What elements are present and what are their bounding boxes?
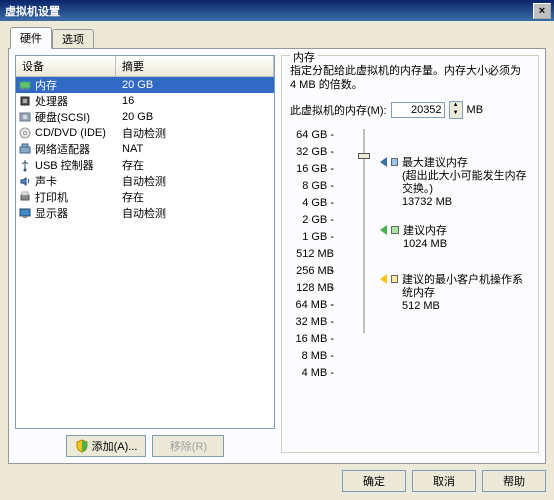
device-list: 设备 摘要 内存20 GB处理器16硬盘(SCSI)20 GBCD/DVD (I… (15, 55, 275, 429)
col-header-summary[interactable]: 摘要 (116, 56, 274, 76)
close-icon: × (539, 5, 545, 17)
dialog-buttons: 确定 取消 帮助 (8, 470, 546, 492)
memory-group: 内存 指定分配给此虚拟机的内存量。内存大小必须为 4 MB 的倍数。 此虚拟机的… (281, 55, 539, 453)
device-row[interactable]: USB 控制器存在 (16, 157, 274, 173)
ok-button[interactable]: 确定 (342, 470, 406, 492)
device-row[interactable]: 显示器自动检测 (16, 205, 274, 221)
device-row[interactable]: 硬盘(SCSI)20 GB (16, 109, 274, 125)
add-button[interactable]: 添加(A)... (66, 435, 147, 457)
spin-up-icon[interactable]: ▲ (450, 102, 462, 110)
device-row[interactable]: 声卡自动检测 (16, 173, 274, 189)
rec-val: 1024 MB (403, 238, 447, 251)
device-list-header: 设备 摘要 (16, 56, 274, 77)
cancel-button[interactable]: 取消 (412, 470, 476, 492)
close-button[interactable]: × (533, 3, 551, 19)
mem-desc: 指定分配给此虚拟机的内存量。内存大小必须为 4 MB 的倍数。 (290, 64, 530, 93)
max-rec-note: (超出此大小可能发生内存交换。) (402, 170, 530, 196)
mem-input[interactable] (391, 102, 445, 118)
remove-button: 移除(R) (152, 435, 224, 457)
device-row[interactable]: 处理器16 (16, 93, 274, 109)
square-blue-icon (391, 158, 398, 166)
tab-options[interactable]: 选项 (52, 29, 94, 49)
square-green-icon (391, 226, 399, 234)
spin-down-icon[interactable]: ▼ (450, 110, 462, 118)
max-rec-label: 最大建议内存 (402, 157, 530, 170)
tab-hardware[interactable]: 硬件 (10, 27, 52, 49)
titlebar: 虚拟机设置 × (0, 0, 554, 21)
min-val: 512 MB (402, 300, 530, 313)
mem-unit: MB (467, 104, 484, 116)
rec-label: 建议内存 (403, 225, 447, 238)
min-label: 建议的最小客户机操作系统内存 (402, 274, 530, 300)
slider-tick-labels: 64 GB -32 GB -16 GB -8 GB -4 GB -2 GB -1… (290, 127, 334, 382)
tabs: 硬件 选项 (8, 27, 546, 49)
memory-slider[interactable] (354, 127, 374, 347)
group-title: 内存 (290, 49, 318, 65)
shield-icon (75, 439, 89, 453)
square-yellow-icon (391, 275, 398, 283)
mem-label: 此虚拟机的内存(M): (290, 102, 387, 118)
max-rec-val: 13732 MB (402, 196, 530, 209)
triangle-yellow-icon (380, 274, 387, 284)
window-title: 虚拟机设置 (3, 3, 533, 19)
device-row[interactable]: 打印机存在 (16, 189, 274, 205)
device-row[interactable]: 网络适配器NAT (16, 141, 274, 157)
triangle-green-icon (380, 225, 387, 235)
col-header-device[interactable]: 设备 (16, 56, 116, 76)
slider-thumb[interactable] (358, 153, 370, 159)
mem-spinner[interactable]: ▲ ▼ (449, 101, 463, 119)
device-row[interactable]: CD/DVD (IDE)自动检测 (16, 125, 274, 141)
help-button[interactable]: 帮助 (482, 470, 546, 492)
device-row[interactable]: 内存20 GB (16, 77, 274, 93)
triangle-blue-icon (380, 157, 387, 167)
slider-markers: 最大建议内存 (超出此大小可能发生内存交换。) 13732 MB 建议内存 10… (380, 127, 530, 382)
